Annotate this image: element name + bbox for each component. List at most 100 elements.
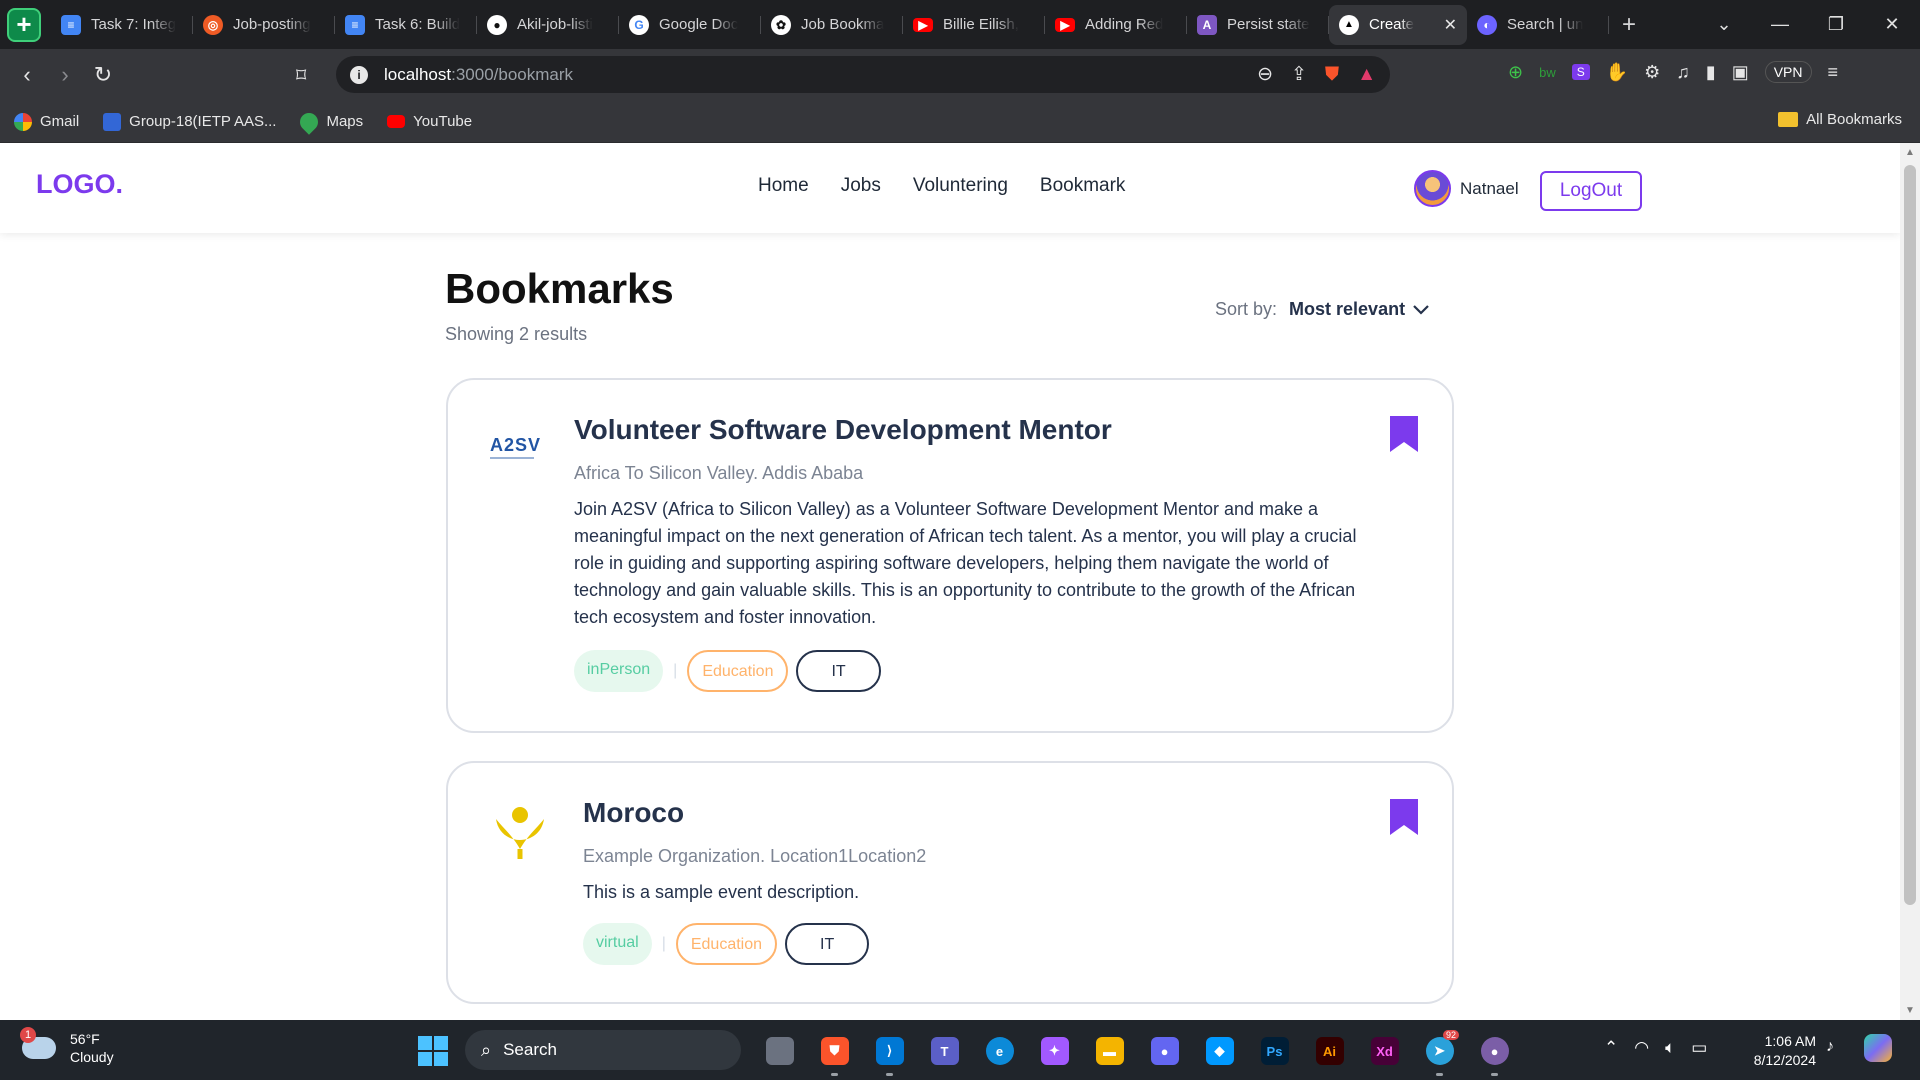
close-tab-icon[interactable]: ✕	[1444, 15, 1457, 35]
address-bar[interactable]: i localhost:3000/bookmark ⊖ ⇪ ⛊ ▲	[336, 56, 1390, 93]
sidebar-toggle-icon[interactable]: ▮	[1706, 62, 1716, 83]
minimize-icon[interactable]: —	[1752, 14, 1808, 35]
tab-item[interactable]: A Persist state	[1187, 5, 1329, 45]
brave-rewards-icon[interactable]: ▲	[1357, 64, 1376, 86]
scroll-up-icon[interactable]: ▲	[1905, 147, 1915, 158]
tab-item[interactable]: ▶ Billie Eilish,	[903, 5, 1045, 45]
tab-item[interactable]: ● Akil-job-listi	[477, 5, 619, 45]
windows-start-icon[interactable]	[418, 1036, 448, 1066]
card-organization: Example Organization. Location1Location2	[583, 846, 927, 866]
site-logo[interactable]: LOGO.	[36, 169, 123, 200]
task-view-icon	[765, 1037, 794, 1065]
framer-icon: ◆	[1205, 1037, 1234, 1065]
taskbar-app-edge[interactable]: e	[972, 1032, 1027, 1070]
brave-shields-icon[interactable]: ⛊	[1325, 64, 1339, 86]
tab-item-active[interactable]: ▲ Create ✕	[1329, 4, 1467, 45]
tag-category: Education	[687, 650, 789, 692]
zoom-icon[interactable]: ⊖	[1257, 63, 1273, 86]
avatar[interactable]	[1414, 170, 1451, 207]
reload-icon[interactable]: ↻	[84, 62, 122, 88]
taskbar-app-notes[interactable]: ●	[1137, 1032, 1192, 1070]
extension-hand-icon[interactable]: ✋	[1606, 62, 1628, 83]
tab-item[interactable]: G Google Doc	[619, 5, 761, 45]
bookmark-card[interactable]: A2SV Volunteer Software Development Ment…	[446, 378, 1454, 733]
taskbar-app-teams[interactable]: T	[917, 1032, 972, 1070]
vercel-icon: ▲	[1339, 14, 1359, 35]
taskbar-app-photoshop[interactable]: Ps	[1247, 1032, 1302, 1070]
tab-item[interactable]: ≡ Task 7: Integ	[51, 5, 193, 45]
telegram-badge: 92	[1442, 1030, 1459, 1040]
nav-bookmark[interactable]: Bookmark	[1040, 175, 1126, 197]
close-window-icon[interactable]: ✕	[1864, 14, 1920, 35]
taskbar-app-telegram[interactable]: ➤ 92	[1412, 1030, 1467, 1076]
site-info-icon[interactable]: i	[350, 65, 368, 84]
wallet-icon[interactable]: ▣	[1732, 62, 1749, 83]
tab-item[interactable]: ✿ Job Bookma	[761, 5, 903, 45]
logout-button[interactable]: LogOut	[1540, 171, 1642, 211]
taskbar-app-illustrator[interactable]: Ai	[1302, 1032, 1357, 1070]
tab-search-icon[interactable]: +	[4, 5, 44, 45]
bookmark-page-icon[interactable]: ⌑	[296, 63, 306, 88]
nav-jobs[interactable]: Jobs	[841, 175, 881, 197]
clock-date: 8/12/2024	[1753, 1052, 1816, 1068]
taskbar-app-figma[interactable]: ✦	[1027, 1032, 1082, 1070]
sort-dropdown[interactable]: Sort by: Most relevant	[1215, 299, 1429, 320]
vpn-button[interactable]: VPN	[1764, 61, 1812, 83]
wifi-icon[interactable]: ◠	[1634, 1038, 1649, 1058]
tab-item[interactable]: ▶ Adding Red	[1045, 5, 1187, 45]
restore-icon[interactable]: ❐	[1808, 14, 1864, 35]
taskbar-clock[interactable]: 1:06 AM 8/12/2024	[1744, 1032, 1816, 1070]
weather-widget[interactable]: 1 56°F Cloudy	[20, 1027, 114, 1066]
bookmark-group-18[interactable]: Group-18(IETP AAS...	[103, 112, 276, 131]
taskbar-app-explorer[interactable]: ▬	[1082, 1032, 1137, 1070]
bookmark-card[interactable]: Moroco Example Organization. Location1Lo…	[446, 761, 1454, 1004]
tray-overflow-chevron-icon[interactable]: ⌃	[1604, 1038, 1618, 1058]
system-tray: ⌃ ◠ 🔈︎ ▭	[1604, 1038, 1707, 1058]
card-tags: virtual | Education IT	[583, 923, 870, 965]
extensions-puzzle-icon[interactable]: ⚙	[1644, 62, 1660, 83]
nav-voluntering[interactable]: Voluntering	[913, 175, 1008, 197]
taskbar-app-taskview[interactable]	[752, 1032, 807, 1070]
volume-icon[interactable]: 🔈︎	[1665, 1038, 1675, 1058]
all-bookmarks-button[interactable]: All Bookmarks	[1778, 111, 1902, 128]
windows-taskbar: 1 56°F Cloudy ⌕ Search ⛊ ⟩ T e ✦ ▬ ● ◆ P…	[0, 1020, 1920, 1080]
battery-icon[interactable]: ▭	[1691, 1038, 1707, 1058]
telegram-icon: ➤	[1425, 1037, 1454, 1065]
bookmark-filled-icon[interactable]	[1390, 416, 1418, 452]
tab-item[interactable]: ◎ Job-posting	[193, 5, 335, 45]
github-icon: ●	[487, 14, 507, 35]
browser-menu-icon[interactable]: ≡	[1828, 62, 1839, 83]
tab-item[interactable]: ≡ Task 6: Build	[335, 5, 477, 45]
card-title[interactable]: Volunteer Software Development Mentor	[574, 414, 1112, 446]
bookmark-gmail[interactable]: Gmail	[14, 112, 79, 131]
bookmark-maps[interactable]: Maps	[296, 108, 363, 135]
card-title[interactable]: Moroco	[583, 797, 684, 829]
user-profile[interactable]: Natnael	[1414, 170, 1519, 207]
taskbar-search[interactable]: ⌕ Search	[465, 1030, 741, 1070]
taskbar-app-github-desktop[interactable]: ●	[1467, 1032, 1522, 1076]
nav-home[interactable]: Home	[758, 175, 809, 197]
taskbar-app-xd[interactable]: Xd	[1357, 1032, 1412, 1070]
tab-list-chevron-icon[interactable]: ⌄	[1696, 14, 1752, 35]
copilot-icon[interactable]	[1864, 1034, 1892, 1062]
back-icon[interactable]: ‹	[8, 62, 46, 88]
media-music-icon[interactable]: ♫	[1676, 62, 1690, 83]
taskbar-app-brave[interactable]: ⛊	[807, 1032, 862, 1076]
bookmark-filled-icon[interactable]	[1390, 799, 1418, 835]
notification-bell-icon[interactable]: ♪	[1826, 1038, 1834, 1056]
tab-item[interactable]: ◐ Search | un	[1467, 5, 1609, 45]
share-icon[interactable]: ⇪	[1291, 63, 1307, 86]
weather-description: Cloudy	[70, 1049, 114, 1065]
scroll-down-icon[interactable]: ▼	[1905, 1005, 1915, 1016]
google-icon: G	[629, 14, 649, 35]
bookmark-youtube[interactable]: YouTube	[387, 113, 472, 130]
taskbar-app-vscode[interactable]: ⟩	[862, 1032, 917, 1076]
scrollbar-thumb[interactable]	[1904, 165, 1916, 905]
new-tab-button[interactable]: +	[1609, 11, 1649, 39]
extension-bw-icon[interactable]: bw	[1539, 65, 1556, 80]
taskbar-app-framer[interactable]: ◆	[1192, 1032, 1247, 1070]
extension-s-icon[interactable]: S	[1571, 64, 1590, 80]
forward-icon[interactable]: ›	[46, 62, 84, 88]
page-scrollbar[interactable]: ▲ ▼	[1900, 143, 1920, 1020]
extension-plus-icon[interactable]: ⊕	[1508, 62, 1523, 83]
